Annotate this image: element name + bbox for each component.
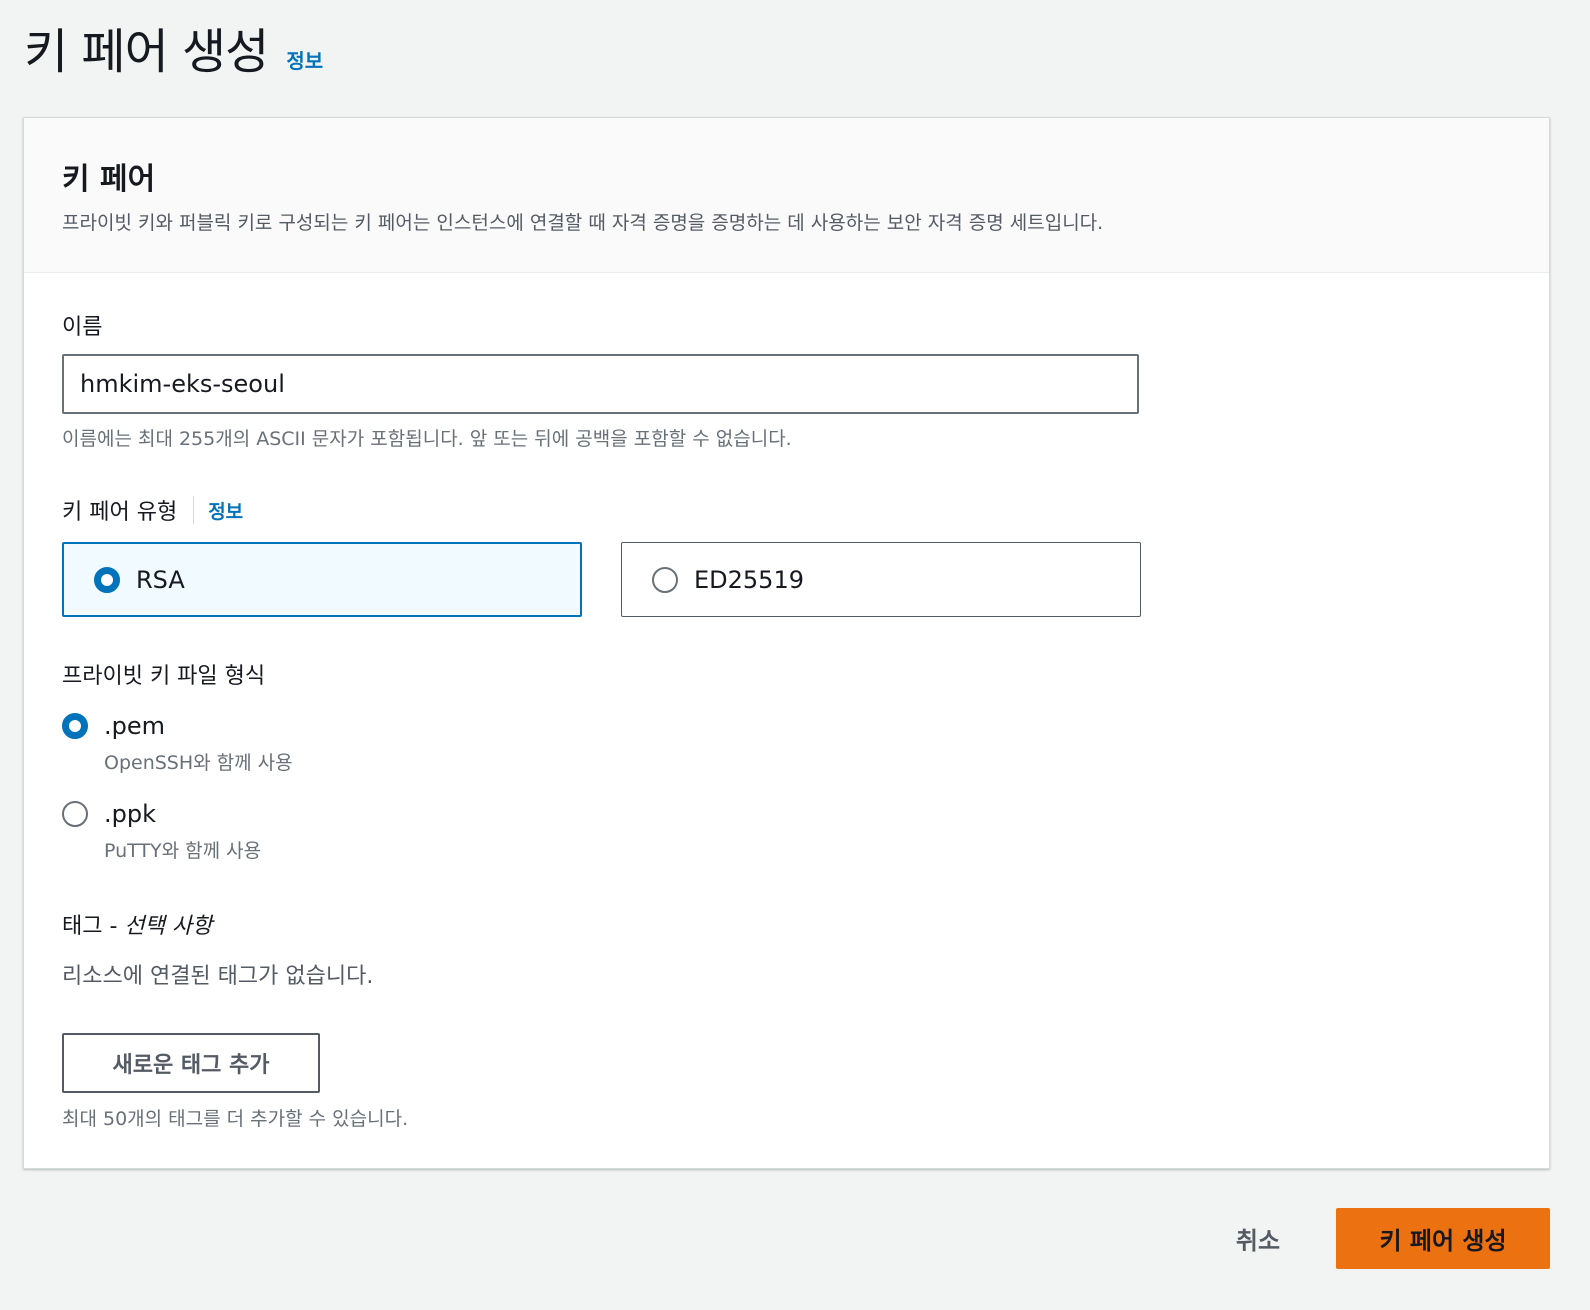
name-label: 이름	[62, 315, 103, 340]
tags-limit-text: 최대 50개의 태그를 더 추가할 수 있습니다.	[62, 1108, 409, 1130]
format-option-ppk[interactable]: .ppk PuTTY와 함께 사용	[62, 798, 261, 863]
format-option-pem[interactable]: .pem OpenSSH와 함께 사용	[62, 710, 293, 775]
ppk-description: PuTTY와 함께 사용	[104, 840, 262, 862]
page-title: 키 페어 생성	[24, 24, 269, 80]
ed25519-radio[interactable]	[652, 566, 678, 593]
pem-label: .pem	[104, 712, 166, 740]
key-type-label-row: 키 페어 유형 정보	[62, 494, 243, 526]
key-type-label: 키 페어 유형	[62, 500, 178, 525]
tags-empty-text: 리소스에 연결된 태그가 없습니다.	[62, 964, 374, 989]
pem-description: OpenSSH와 함께 사용	[104, 752, 293, 774]
tags-label-optional: 선택 사항	[124, 914, 213, 939]
ed25519-label: ED25519	[694, 565, 804, 594]
name-hint: 이름에는 최대 255개의 ASCII 문자가 포함됩니다. 앞 또는 뒤에 공…	[62, 428, 792, 450]
create-key-pair-button[interactable]: 키 페어 생성	[1336, 1208, 1550, 1269]
name-input[interactable]	[62, 354, 1139, 414]
page-header: 키 페어 생성 정보	[24, 12, 323, 82]
rsa-radio[interactable]	[94, 566, 120, 593]
rsa-label: RSA	[136, 565, 185, 594]
ppk-radio[interactable]	[62, 801, 88, 827]
label-divider	[193, 496, 195, 524]
ppk-label: .ppk	[104, 800, 156, 828]
header-info-link[interactable]: 정보	[286, 45, 323, 74]
panel-title: 키 페어	[62, 162, 156, 197]
key-pair-panel: 키 페어 프라이빗 키와 퍼블릭 키로 구성되는 키 페어는 인스턴스에 연결할…	[23, 117, 1550, 1169]
add-tag-button[interactable]: 새로운 태그 추가	[62, 1033, 320, 1093]
cancel-button[interactable]: 취소	[1206, 1208, 1310, 1268]
key-type-ed25519-tile[interactable]: ED25519	[621, 542, 1141, 617]
file-format-label: 프라이빗 키 파일 형식	[62, 664, 266, 689]
pem-radio[interactable]	[62, 713, 88, 739]
key-type-info-link[interactable]: 정보	[208, 497, 243, 524]
tags-label-main: 태그 -	[62, 914, 125, 939]
key-type-rsa-tile[interactable]: RSA	[62, 542, 582, 617]
panel-description: 프라이빗 키와 퍼블릭 키로 구성되는 키 페어는 인스턴스에 연결할 때 자격…	[62, 212, 1104, 234]
tags-label: 태그 - 선택 사항	[62, 908, 212, 940]
panel-header: 키 페어 프라이빗 키와 퍼블릭 키로 구성되는 키 페어는 인스턴스에 연결할…	[24, 118, 1549, 273]
